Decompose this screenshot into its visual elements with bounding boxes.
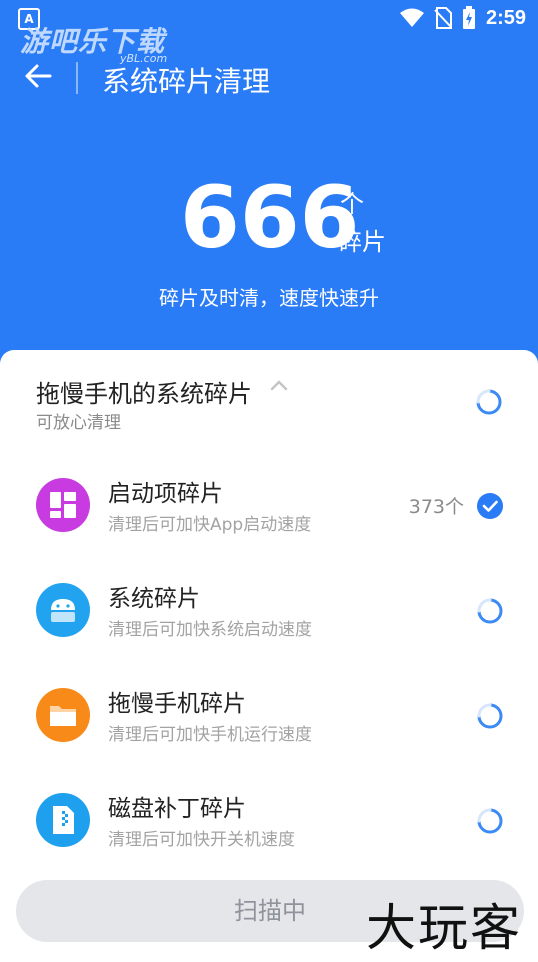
check-circle-icon[interactable] (476, 492, 504, 520)
fragment-count: 666 (180, 168, 360, 268)
zip-file-icon (36, 793, 90, 847)
loading-spinner-icon (477, 808, 503, 834)
loading-spinner-icon (477, 598, 503, 624)
item-title: 拖慢手机碎片 (108, 691, 246, 717)
list-item-slowdown-fragments[interactable]: 拖慢手机碎片 清理后可加快手机运行速度 (0, 672, 538, 762)
clock: 2:59 (485, 6, 526, 29)
battery-icon (462, 6, 475, 29)
toolbar-divider (76, 62, 78, 94)
toolbar: 系统碎片清理 (0, 48, 538, 108)
wifi-icon (399, 8, 424, 27)
item-subtitle: 清理后可加快App启动速度 (108, 515, 312, 535)
grid-icon (36, 478, 90, 532)
list-item-system-fragments[interactable]: 系统碎片 清理后可加快系统启动速度 (0, 567, 538, 657)
summary-subtitle: 碎片及时清，速度快速升 (159, 286, 379, 310)
folder-icon (36, 688, 90, 742)
loading-spinner-icon (477, 703, 503, 729)
item-count: 373个 (408, 496, 464, 518)
brand-watermark: 大玩客 (366, 899, 522, 957)
item-subtitle: 清理后可加快系统启动速度 (108, 620, 312, 640)
android-icon (36, 583, 90, 637)
fragment-unit: 个 (340, 190, 364, 218)
fragment-label: 碎片 (338, 228, 386, 256)
group-subtitle: 可放心清理 (36, 413, 121, 433)
item-subtitle: 清理后可加快手机运行速度 (108, 725, 312, 745)
group-loading-spinner-icon (476, 389, 502, 415)
list-item-startup-fragments[interactable]: 启动项碎片 清理后可加快App启动速度 373个 (0, 462, 538, 552)
group-title[interactable]: 拖慢手机的系统碎片 (36, 374, 252, 409)
item-title: 磁盘补丁碎片 (108, 796, 246, 822)
page-title: 系统碎片清理 (102, 65, 271, 98)
no-sim-icon (434, 7, 452, 29)
item-title: 启动项碎片 (108, 481, 223, 507)
back-arrow-icon[interactable] (20, 58, 56, 94)
fragment-list-card: 拖慢手机的系统碎片 可放心清理 启动项碎片 清理后可加快App启动速度 373个… (0, 350, 538, 962)
status-icons: 2:59 (399, 6, 526, 30)
list-item-disk-patch-fragments[interactable]: 磁盘补丁碎片 清理后可加快开关机速度 (0, 777, 538, 867)
item-subtitle: 清理后可加快开关机速度 (108, 830, 295, 850)
item-title: 系统碎片 (108, 586, 200, 612)
chevron-up-icon[interactable] (268, 374, 290, 396)
